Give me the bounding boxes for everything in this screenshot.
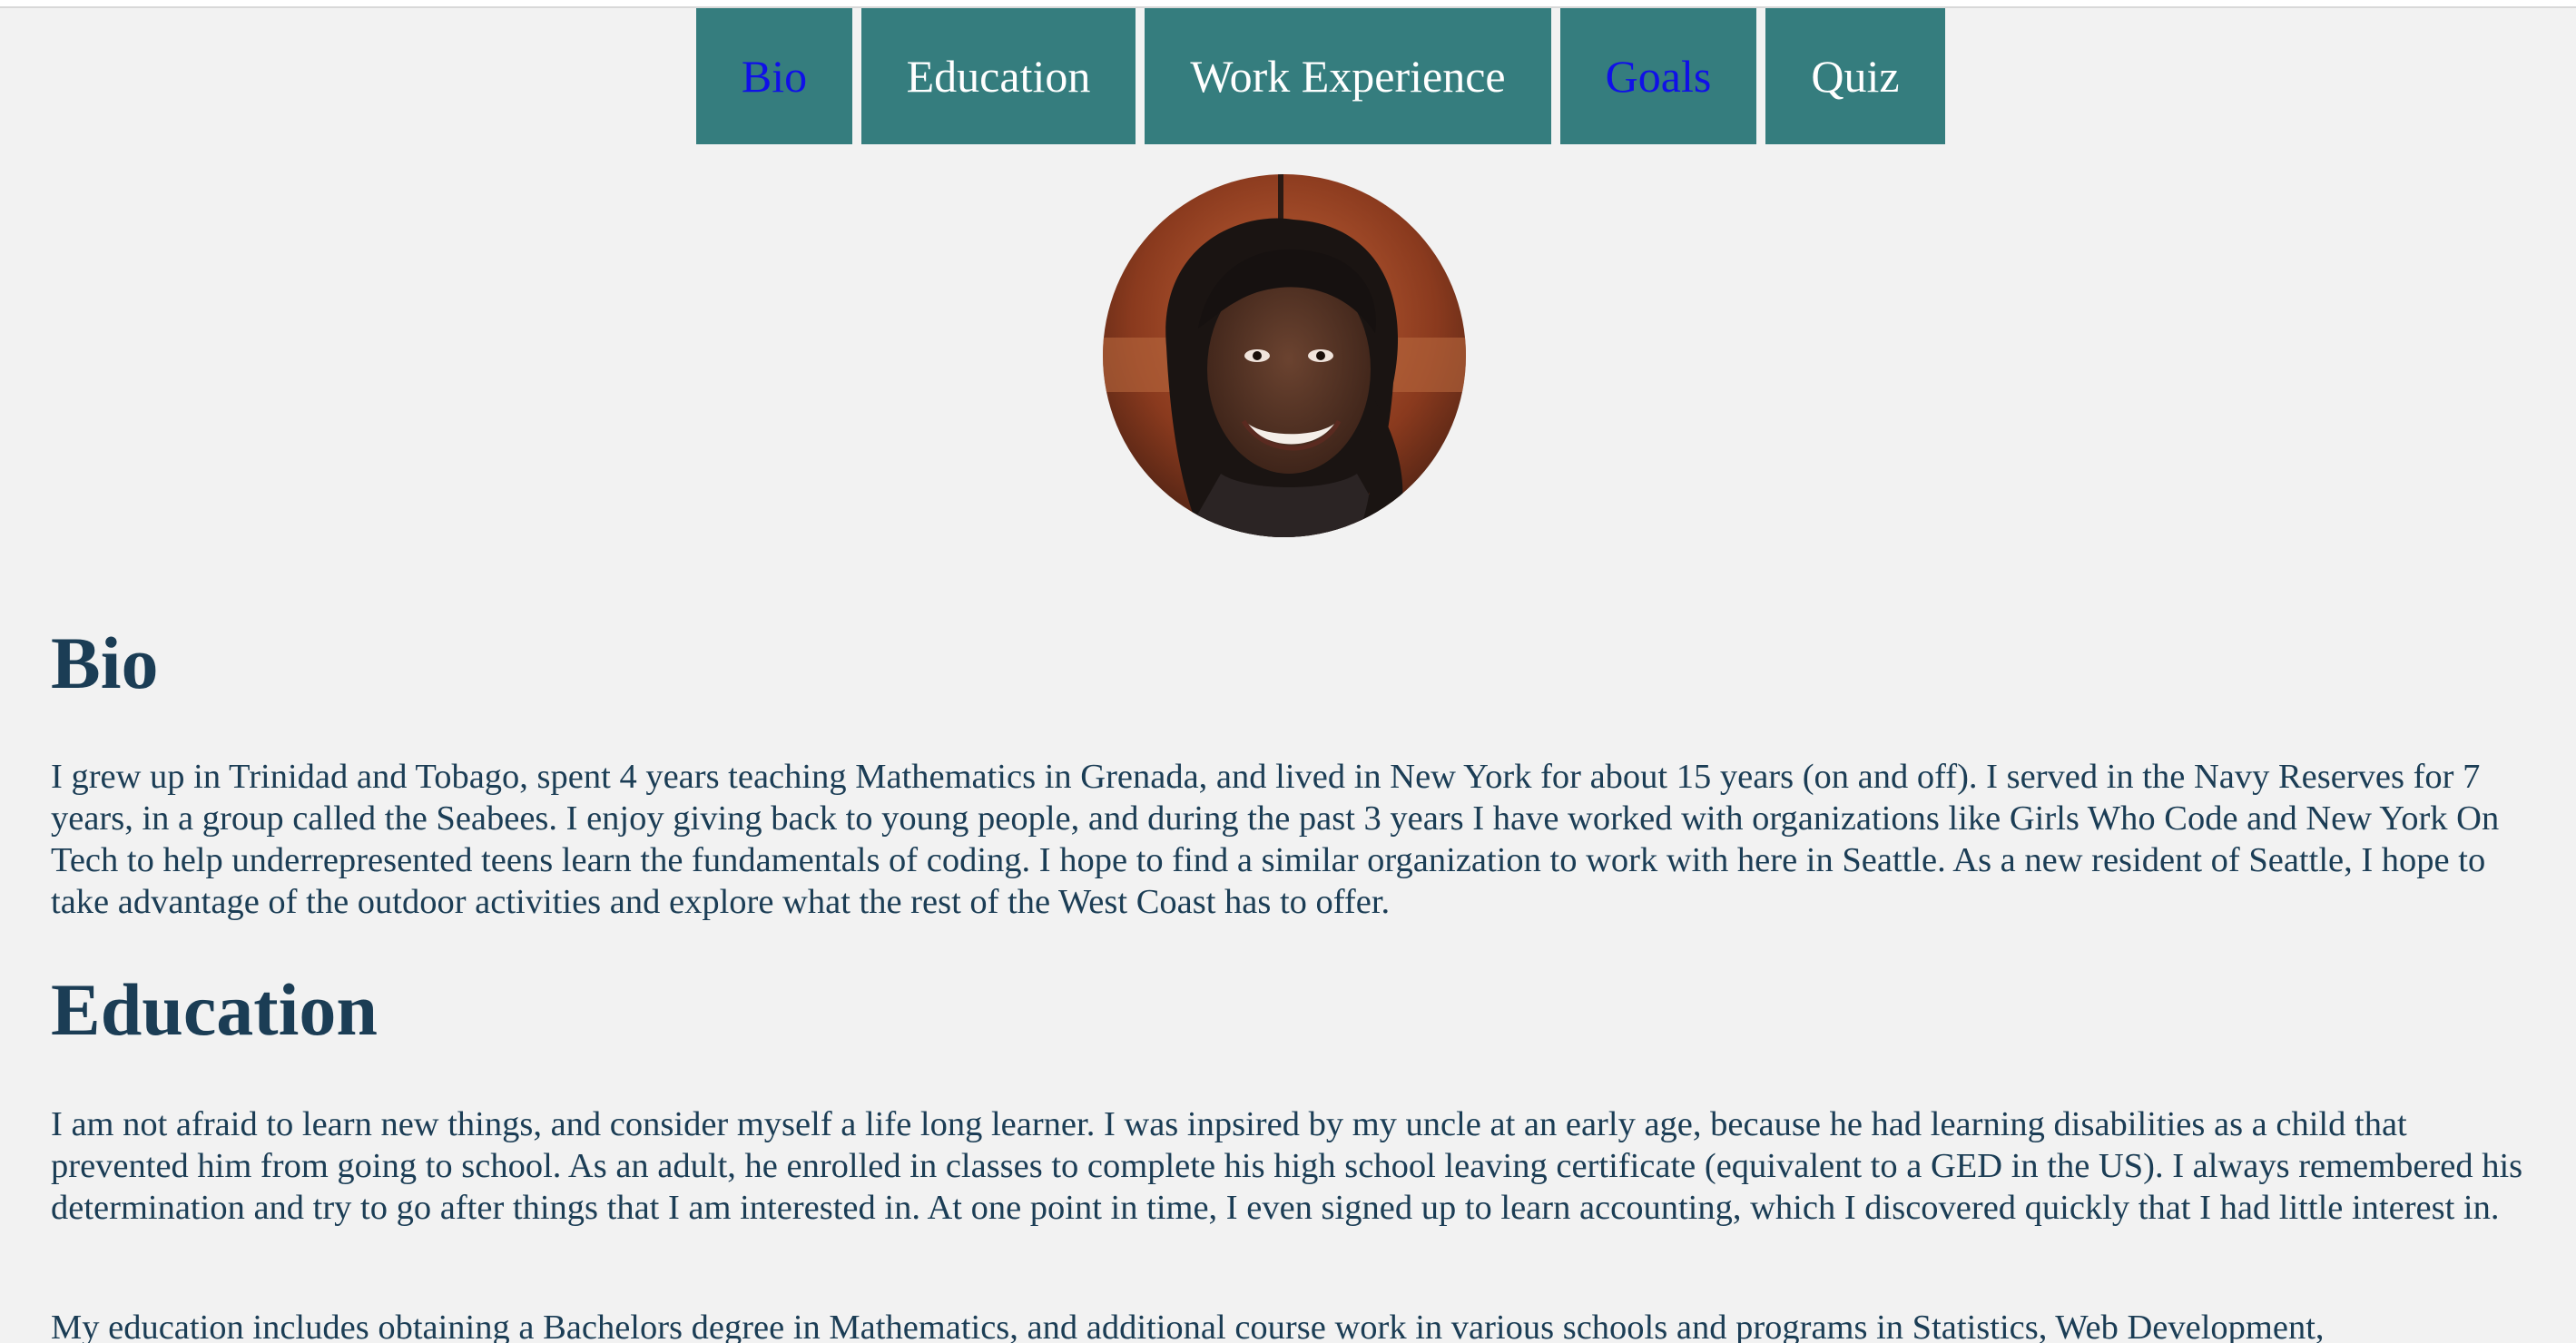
nav-item-bio[interactable]: Bio	[696, 8, 852, 144]
profile-photo-icon	[1103, 174, 1466, 537]
nav-item-goals[interactable]: Goals	[1560, 8, 1756, 144]
top-border	[0, 0, 2576, 8]
education-paragraph-1: I am not afraid to learn new things, and…	[51, 1105, 2523, 1227]
bio-paragraph: I grew up in Trinidad and Tobago, spent …	[51, 758, 2500, 921]
main-nav: Bio Education Work Experience Goals Quiz	[696, 8, 1945, 144]
education-heading: Education	[51, 968, 378, 1051]
bio-heading: Bio	[51, 622, 159, 704]
profile-photo	[1103, 174, 1466, 537]
education-paragraph-2: My education includes obtaining a Bachel…	[51, 1309, 2325, 1343]
nav-item-quiz[interactable]: Quiz	[1765, 8, 1945, 144]
nav-item-education[interactable]: Education	[861, 8, 1136, 144]
nav-item-work-experience[interactable]: Work Experience	[1145, 8, 1551, 144]
